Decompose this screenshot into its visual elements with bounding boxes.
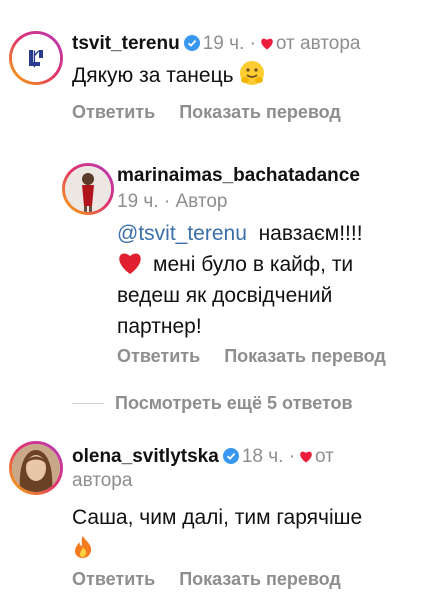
- separator-dot: ·: [288, 446, 296, 467]
- separator-dot: ·: [163, 191, 171, 212]
- timestamp: 18 ч.: [241, 446, 284, 467]
- comment-text-part: мені було в кайф, ти: [153, 253, 354, 276]
- comment-header: olena_svitlytska 18 ч. · от: [72, 444, 334, 470]
- reply-button[interactable]: Ответить: [117, 346, 200, 366]
- hugging-face-emoji-icon: [239, 60, 265, 95]
- comment-text: Саша, чим далі, тим гарячіше: [72, 502, 412, 568]
- reply-button[interactable]: Ответить: [72, 569, 155, 589]
- comment-text-content: Дякую за танець: [72, 64, 234, 87]
- fire-emoji-icon: [72, 535, 412, 568]
- comment-text-part: навзаєм!!!!: [258, 222, 363, 245]
- comment-actions: Ответить Показать перевод: [72, 567, 365, 591]
- comment-meta: 19 ч. · Автор: [117, 189, 227, 215]
- timestamp: 19 ч.: [117, 191, 159, 212]
- timestamp: 19 ч.: [202, 33, 245, 54]
- author-tag: Автор: [175, 191, 228, 212]
- comment-text-content: Саша, чим далі, тим гарячіше: [72, 506, 363, 529]
- avatar[interactable]: ᚴ: [12, 34, 60, 82]
- avatar[interactable]: [65, 166, 111, 212]
- comment-meta: автора: [72, 468, 132, 494]
- comment-line-2: мені було в кайф, ти: [117, 249, 417, 280]
- username[interactable]: marinaimas_bachatadance: [117, 165, 360, 186]
- verified-badge-icon: [222, 448, 239, 464]
- comment-olena-svitlytska: olena_svitlytska 18 ч. · от автора Саша, ч…: [0, 430, 423, 600]
- heart-icon: [261, 38, 273, 50]
- comment-header: tsvit_terenu 19 ч. · от автора: [72, 31, 360, 57]
- profile-photo-icon: [12, 444, 60, 492]
- comment-marinaimas: marinaimas_bachatadance 19 ч. · Автор @t…: [0, 130, 423, 380]
- comment-actions: Ответить Показать перевод: [117, 344, 410, 368]
- author-liked-tag-continued: автора: [72, 470, 133, 491]
- profile-photo-icon: [65, 166, 111, 212]
- author-liked-tag: от автора: [275, 33, 361, 54]
- mention-link[interactable]: @tsvit_terenu: [117, 222, 247, 245]
- comment-header: marinaimas_bachatadance: [117, 163, 360, 189]
- red-heart-emoji-icon: [119, 253, 141, 274]
- comment-line-1: @tsvit_terenu навзаєм!!!!: [117, 218, 417, 249]
- username[interactable]: olena_svitlytska: [72, 446, 219, 467]
- comment-tsvit-terenu: ᚴ tsvit_terenu 19 ч. · от автора Дякую за …: [0, 0, 423, 130]
- username[interactable]: tsvit_terenu: [72, 33, 180, 54]
- view-more-replies-button[interactable]: Посмотреть ещё 5 ответов: [115, 391, 353, 415]
- verified-badge-icon: [183, 35, 200, 51]
- comment-actions: Ответить Показать перевод: [72, 100, 365, 124]
- comment-text: Дякую за танець: [72, 60, 265, 95]
- comment-text: @tsvit_terenu навзаєм!!!! мені було в ка…: [117, 218, 417, 342]
- comment-line-4: партнер!: [117, 315, 202, 338]
- show-translation-button[interactable]: Показать перевод: [224, 346, 386, 366]
- comment-line-3: ведеш як досвідчений: [117, 284, 333, 307]
- show-translation-button[interactable]: Показать перевод: [179, 102, 341, 122]
- separator-dot: ·: [249, 33, 256, 54]
- logo-icon: ᚴ: [12, 34, 60, 82]
- reply-button[interactable]: Ответить: [72, 102, 155, 122]
- show-translation-button[interactable]: Показать перевод: [179, 569, 341, 589]
- author-liked-tag: от: [315, 446, 334, 467]
- avatar[interactable]: [12, 444, 60, 492]
- heart-icon: [300, 451, 312, 463]
- more-replies-divider: [72, 403, 104, 404]
